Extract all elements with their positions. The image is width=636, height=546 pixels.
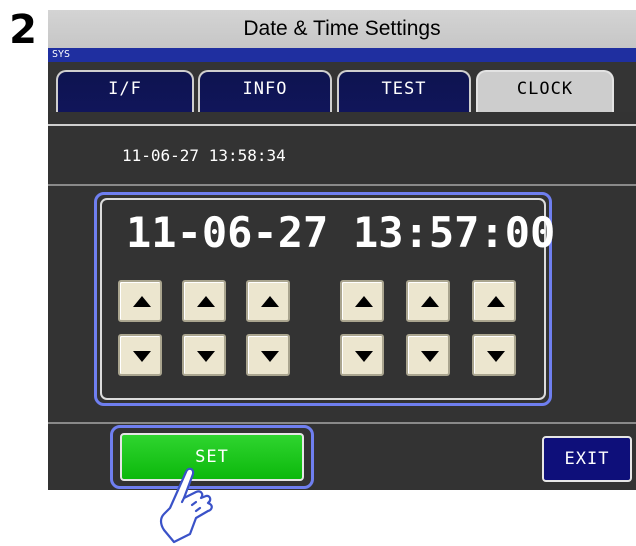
hour-up-button[interactable] — [340, 280, 384, 322]
down-arrow-icon — [487, 351, 505, 362]
month-up-button[interactable] — [182, 280, 226, 322]
tab-strip-divider — [48, 124, 636, 126]
minute-down-button[interactable] — [406, 334, 450, 376]
month-down-button[interactable] — [182, 334, 226, 376]
up-arrow-icon — [487, 296, 505, 307]
edit-date-value: 11-06-27 — [126, 208, 329, 257]
down-arrow-icon — [355, 351, 373, 362]
edit-time-value: 13:57:00 — [353, 208, 556, 257]
second-up-button[interactable] — [472, 280, 516, 322]
year-up-button[interactable] — [118, 280, 162, 322]
down-arrow-icon — [261, 351, 279, 362]
year-down-button[interactable] — [118, 334, 162, 376]
up-arrow-icon — [421, 296, 439, 307]
current-time-readout: 11-06-27 13:58:34 — [122, 146, 286, 165]
hour-down-button[interactable] — [340, 334, 384, 376]
second-down-button[interactable] — [472, 334, 516, 376]
page-title: Date & Time Settings — [48, 10, 636, 48]
tab-if[interactable]: I/F — [56, 70, 194, 112]
minute-up-button[interactable] — [406, 280, 450, 322]
device-screen: SYS I/F INFO TEST CLOCK 11-06-27 13:58:3… — [48, 48, 636, 490]
step-number: 2 — [9, 7, 37, 53]
status-bar: SYS — [48, 48, 636, 62]
tab-test[interactable]: TEST — [337, 70, 471, 112]
divider — [48, 422, 636, 424]
day-up-button[interactable] — [246, 280, 290, 322]
pointing-hand-icon — [159, 467, 213, 544]
divider — [48, 184, 636, 186]
exit-button[interactable]: EXIT — [542, 436, 632, 482]
day-down-button[interactable] — [246, 334, 290, 376]
up-arrow-icon — [261, 296, 279, 307]
up-arrow-icon — [355, 296, 373, 307]
up-arrow-icon — [133, 296, 151, 307]
down-arrow-icon — [421, 351, 439, 362]
tab-strip: I/F INFO TEST CLOCK — [48, 62, 636, 126]
tab-info[interactable]: INFO — [198, 70, 332, 112]
down-arrow-icon — [197, 351, 215, 362]
up-arrow-icon — [197, 296, 215, 307]
tab-clock[interactable]: CLOCK — [476, 70, 614, 112]
down-arrow-icon — [133, 351, 151, 362]
